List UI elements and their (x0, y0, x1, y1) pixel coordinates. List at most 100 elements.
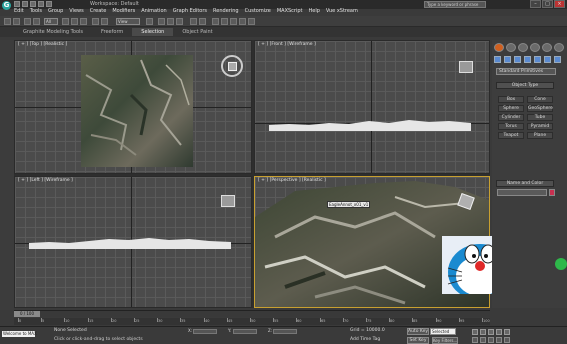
go-to-start-icon[interactable] (472, 329, 478, 335)
hierarchy-tab-icon[interactable] (518, 43, 528, 52)
align-icon[interactable] (199, 18, 206, 25)
display-tab-icon[interactable] (542, 43, 552, 52)
shapes-icon[interactable] (504, 56, 511, 63)
tab-graphite-modeling-tools[interactable]: Graphite Modeling Tools (14, 28, 92, 36)
plane-button[interactable]: Plane (527, 132, 553, 139)
menu-create[interactable]: Create (90, 7, 107, 16)
menu-modifiers[interactable]: Modifiers (112, 7, 135, 16)
modify-tab-icon[interactable] (506, 43, 516, 52)
angle-snap-icon[interactable] (167, 18, 174, 25)
minimize-icon[interactable]: – (530, 0, 541, 8)
object-type-rollout[interactable]: Object Type (496, 82, 554, 89)
motion-tab-icon[interactable] (530, 43, 540, 52)
unlink-icon[interactable] (33, 18, 40, 25)
menu-group[interactable]: Group (48, 7, 63, 16)
set-key-button[interactable]: Set Key (407, 337, 429, 344)
previous-frame-icon[interactable] (480, 329, 486, 335)
geosphere-button[interactable]: GeoSphere (527, 105, 553, 112)
key-mode-dropdown[interactable]: Selected (430, 328, 456, 335)
y-coordinate-field[interactable] (232, 328, 257, 334)
move-icon[interactable] (92, 18, 99, 25)
zoom-all-icon[interactable] (480, 337, 486, 343)
render-setup-icon[interactable] (239, 18, 246, 25)
app-logo-icon[interactable]: G (2, 1, 11, 10)
zoom-icon[interactable] (472, 337, 478, 343)
reference-coordinate-dropdown[interactable]: View (116, 18, 140, 25)
name-and-color-rollout[interactable]: Name and Color (496, 180, 554, 187)
pyramid-button[interactable]: Pyramid (527, 123, 553, 130)
viewport-left[interactable]: [ + ] [Left ] [Wireframe ] (14, 176, 252, 308)
rectangular-selection-icon[interactable] (80, 18, 87, 25)
rotate-icon[interactable] (101, 18, 108, 25)
snap-icon[interactable] (158, 18, 165, 25)
link-icon[interactable] (24, 18, 31, 25)
menu-graph-editors[interactable]: Graph Editors (173, 7, 207, 16)
maximize-viewport-icon[interactable] (504, 337, 510, 343)
viewport-top[interactable]: [ + ] [Top ] [Realistic ] (14, 40, 252, 174)
menu-customize[interactable]: Customize (245, 7, 271, 16)
pan-icon[interactable] (488, 337, 494, 343)
orbit-icon[interactable] (496, 337, 502, 343)
viewcube-left[interactable] (221, 195, 235, 207)
viewport-label-front[interactable]: [ + ] [Front ] [Wireframe ] (258, 42, 316, 47)
space-warps-icon[interactable] (544, 56, 551, 63)
tab-object-paint[interactable]: Object Paint (173, 28, 221, 36)
undo-icon[interactable] (4, 18, 11, 25)
menu-help[interactable]: Help (309, 7, 320, 16)
go-to-end-icon[interactable] (504, 329, 510, 335)
viewcube-top[interactable] (221, 55, 243, 77)
viewport-label-left[interactable]: [ + ] [Left ] [Wireframe ] (18, 178, 73, 183)
utilities-tab-icon[interactable] (554, 43, 564, 52)
floating-green-button[interactable] (555, 258, 567, 270)
tab-freeform[interactable]: Freeform (92, 28, 132, 36)
sphere-button[interactable]: Sphere (498, 105, 524, 112)
viewport-label-perspective[interactable]: [ + ] [Perspective ] [Realistic ] (258, 178, 326, 183)
pivot-icon[interactable] (146, 18, 153, 25)
object-color-swatch[interactable] (549, 189, 555, 196)
next-frame-icon[interactable] (496, 329, 502, 335)
helpers-icon[interactable] (534, 56, 541, 63)
torus-button[interactable]: Torus (498, 123, 524, 130)
menu-rendering[interactable]: Rendering (213, 7, 239, 16)
x-coordinate-field[interactable] (193, 328, 218, 334)
create-tab-icon[interactable] (494, 43, 504, 52)
menu-maxscript[interactable]: MAXScript (277, 7, 303, 16)
systems-icon[interactable] (554, 56, 561, 63)
menu-vue-xstream[interactable]: Vue xStream (326, 7, 358, 16)
box-button[interactable]: Box (498, 96, 524, 103)
maximize-icon[interactable]: □ (542, 0, 553, 8)
cone-button[interactable]: Cone (527, 96, 553, 103)
primitive-type-dropdown[interactable]: Standard Primitives (496, 68, 556, 75)
lights-icon[interactable] (514, 56, 521, 63)
mirror-icon[interactable] (190, 18, 197, 25)
cylinder-button[interactable]: Cylinder (498, 114, 524, 121)
geometry-icon[interactable] (494, 56, 501, 63)
time-slider-thumb[interactable]: 0 / 100 (14, 311, 40, 317)
viewport-front[interactable]: [ + ] [Front ] [Wireframe ] (254, 40, 490, 174)
selection-filter-dropdown[interactable]: All (44, 18, 58, 25)
render-icon[interactable] (248, 18, 255, 25)
viewport-label-top[interactable]: [ + ] [Top ] [Realistic ] (18, 42, 67, 47)
close-icon[interactable]: × (554, 0, 565, 8)
menu-animation[interactable]: Animation (141, 7, 167, 16)
viewcube-front[interactable] (459, 61, 473, 73)
z-coordinate-field[interactable] (273, 328, 298, 334)
layer-icon[interactable] (212, 18, 219, 25)
curve-editor-icon[interactable] (221, 18, 228, 25)
maxscript-listener[interactable]: Welcome to MAX (2, 331, 37, 337)
menu-views[interactable]: Views (69, 7, 83, 16)
percent-snap-icon[interactable] (176, 18, 183, 25)
time-slider[interactable]: 0 / 100 (14, 310, 490, 317)
play-icon[interactable] (488, 329, 494, 335)
menu-tools[interactable]: Tools (30, 7, 42, 16)
cameras-icon[interactable] (524, 56, 531, 63)
auto-key-button[interactable]: Auto Key (407, 328, 429, 335)
select-by-name-icon[interactable] (71, 18, 78, 25)
menu-edit[interactable]: Edit (14, 7, 24, 16)
track-bar[interactable]: 0 5 10 15 20 25 30 35 40 45 50 55 60 65 70 75 80 85 90 95 10… (14, 318, 490, 325)
redo-icon[interactable] (13, 18, 20, 25)
tab-selection[interactable]: Selection (132, 28, 174, 36)
teapot-button[interactable]: Teapot (498, 132, 524, 139)
search-input[interactable]: Type a keyword or phrase (424, 1, 486, 8)
material-editor-icon[interactable] (230, 18, 237, 25)
